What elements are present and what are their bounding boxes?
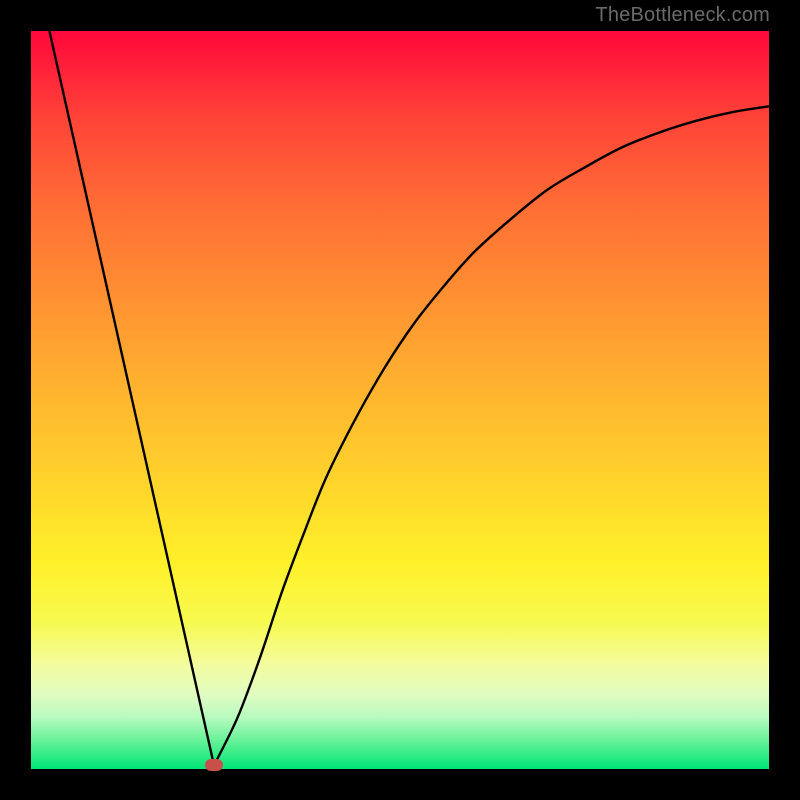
bottleneck-curve [31, 31, 769, 769]
attribution-text: TheBottleneck.com [595, 4, 770, 27]
optimum-marker [205, 759, 223, 771]
